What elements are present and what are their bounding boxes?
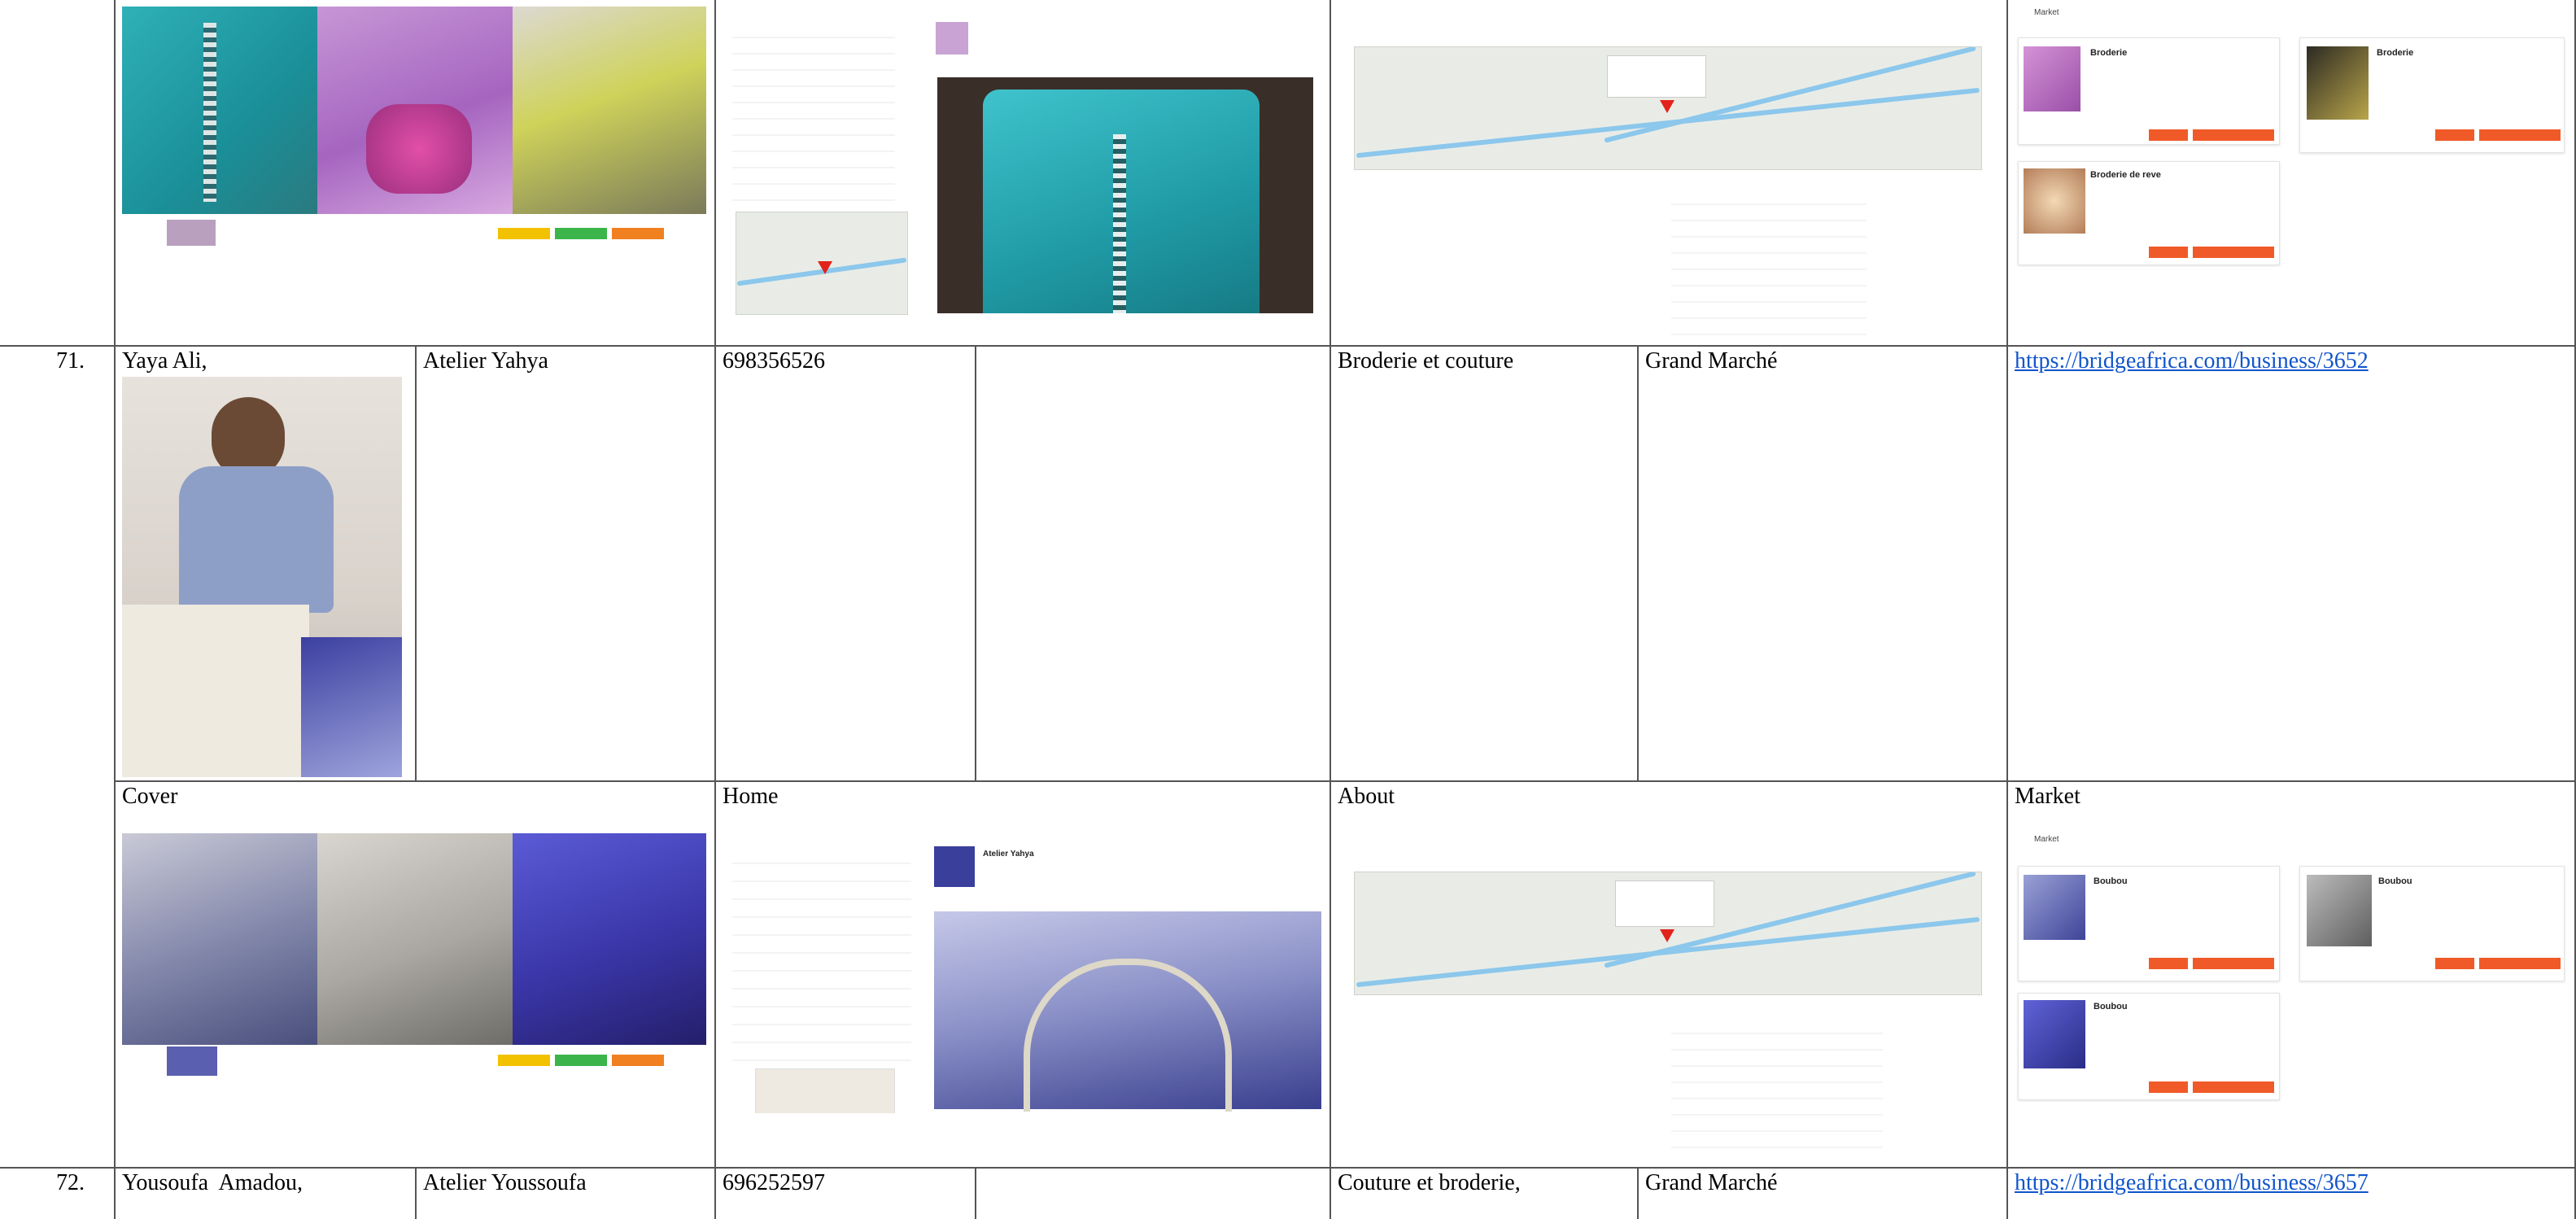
table-row-sep (114, 780, 2576, 782)
home-screenshot: Atelier Yahya (723, 837, 1323, 1113)
add-to-cart-button[interactable] (2193, 958, 2274, 969)
share-button[interactable] (612, 228, 664, 239)
product-view-button[interactable] (2435, 958, 2474, 969)
cover-photo-pink (366, 104, 472, 194)
product-view-button[interactable] (2149, 1081, 2188, 1093)
table-col-sep (1329, 0, 1331, 1219)
post-avatar (936, 22, 968, 55)
add-to-cart-button[interactable] (2193, 129, 2274, 141)
table-col-sep (975, 1168, 976, 1219)
fabric (301, 637, 402, 777)
about-map (1354, 872, 1982, 995)
follow-button[interactable] (498, 228, 550, 239)
business-profile-link[interactable]: https://bridgeafrica.com/business/3657 (2015, 1170, 2369, 1196)
market-label: Market (2015, 784, 2080, 809)
post-business-title: Atelier Yahya (983, 850, 1034, 859)
market-header: Market (2034, 835, 2059, 844)
cover-avatar (167, 220, 216, 246)
post-avatar (934, 846, 975, 887)
market-screenshot-top: Market Broderie Broderie Broderie de rev… (2015, 7, 2568, 267)
product-card[interactable]: Broderie (2018, 37, 2280, 145)
product-card[interactable]: Boubou (2018, 866, 2280, 981)
business-name: Atelier Youssoufa (423, 1170, 587, 1195)
add-to-cart-button[interactable] (2479, 129, 2561, 141)
business-category: Broderie et couture (1338, 348, 1514, 374)
message-button[interactable] (555, 228, 607, 239)
table-col-sep (415, 346, 417, 781)
document-page: Market Broderie Broderie Broderie de rev… (0, 0, 2576, 1219)
cover-embroidery-stripe (203, 23, 216, 202)
product-title: Broderie (2090, 48, 2128, 58)
product-card[interactable]: Broderie de reve (2018, 161, 2280, 265)
owner-photo (122, 377, 402, 777)
about-screenshot (1338, 835, 1998, 1160)
about-map (1354, 46, 1982, 170)
post-garment-stripe (1113, 134, 1126, 313)
table-col-sep (1637, 346, 1639, 781)
business-location: Grand Marché (1645, 348, 1778, 374)
table-col-sep (2006, 0, 2008, 1219)
home-info-list (732, 846, 911, 1066)
phone-number: 696252597 (723, 1170, 825, 1195)
business-category: Couture et broderie, (1338, 1170, 1521, 1195)
cover-label: Cover (122, 784, 178, 809)
business-profile-link[interactable]: https://bridgeafrica.com/business/3652 (2015, 348, 2369, 374)
product-title: Broderie (2377, 48, 2414, 58)
market-screenshot: Market Boubou Boubou Boubou (2015, 833, 2568, 1102)
owner-shirt (179, 466, 334, 613)
table-row-sep (0, 345, 2576, 347)
about-info-list (1671, 1018, 1883, 1156)
cover-avatar (167, 1046, 217, 1076)
product-title: Boubou (2094, 1002, 2128, 1011)
cover-photo-1 (122, 833, 317, 1045)
home-mini-map (736, 212, 908, 315)
about-label: About (1338, 784, 1395, 809)
share-button[interactable] (612, 1055, 664, 1066)
cover-screenshot (122, 833, 706, 1079)
home-mini-map (755, 1068, 895, 1113)
owner-name: Yaya Ali, (122, 348, 207, 374)
add-to-cart-button[interactable] (2479, 958, 2561, 969)
home-label: Home (723, 784, 779, 809)
cover-screenshot-top (122, 7, 706, 251)
follow-button[interactable] (498, 1055, 550, 1066)
table-col-sep (1637, 1168, 1639, 1219)
business-location: Grand Marché (1645, 1170, 1778, 1195)
cover-photo-gold (513, 7, 706, 214)
product-title: Boubou (2378, 876, 2412, 886)
owner-name: Yousoufa Amadou, (122, 1170, 303, 1195)
market-header: Market (2034, 8, 2059, 17)
row-number: 72. (56, 1170, 85, 1195)
product-card[interactable]: Boubou (2299, 866, 2565, 981)
cover-photo-turquoise (122, 7, 317, 214)
about-screenshot-top (1338, 10, 1998, 342)
table-col-sep (714, 0, 716, 1219)
product-title: Broderie de reve (2090, 170, 2161, 180)
cover-photo-2 (317, 833, 513, 1045)
product-view-button[interactable] (2149, 247, 2188, 258)
product-card[interactable]: Broderie (2299, 37, 2565, 153)
cover-photo-3 (513, 833, 706, 1045)
phone-number: 698356526 (723, 348, 825, 374)
table-col-sep (415, 1168, 417, 1219)
product-view-button[interactable] (2435, 129, 2474, 141)
product-view-button[interactable] (2149, 129, 2188, 141)
table-border-left (114, 0, 116, 1219)
add-to-cart-button[interactable] (2193, 247, 2274, 258)
home-screenshot-top (723, 12, 1321, 317)
product-card[interactable]: Boubou (2018, 993, 2280, 1100)
about-info-list (1671, 189, 1867, 339)
message-button[interactable] (555, 1055, 607, 1066)
table-row-sep (0, 1167, 2576, 1169)
product-title: Boubou (2094, 876, 2128, 886)
add-to-cart-button[interactable] (2193, 1081, 2274, 1093)
business-name: Atelier Yahya (423, 348, 548, 374)
home-info-list (732, 22, 895, 201)
sewing-machine (122, 605, 309, 777)
table-col-sep (975, 346, 976, 781)
row-number: 71. (56, 348, 85, 374)
product-view-button[interactable] (2149, 958, 2188, 969)
